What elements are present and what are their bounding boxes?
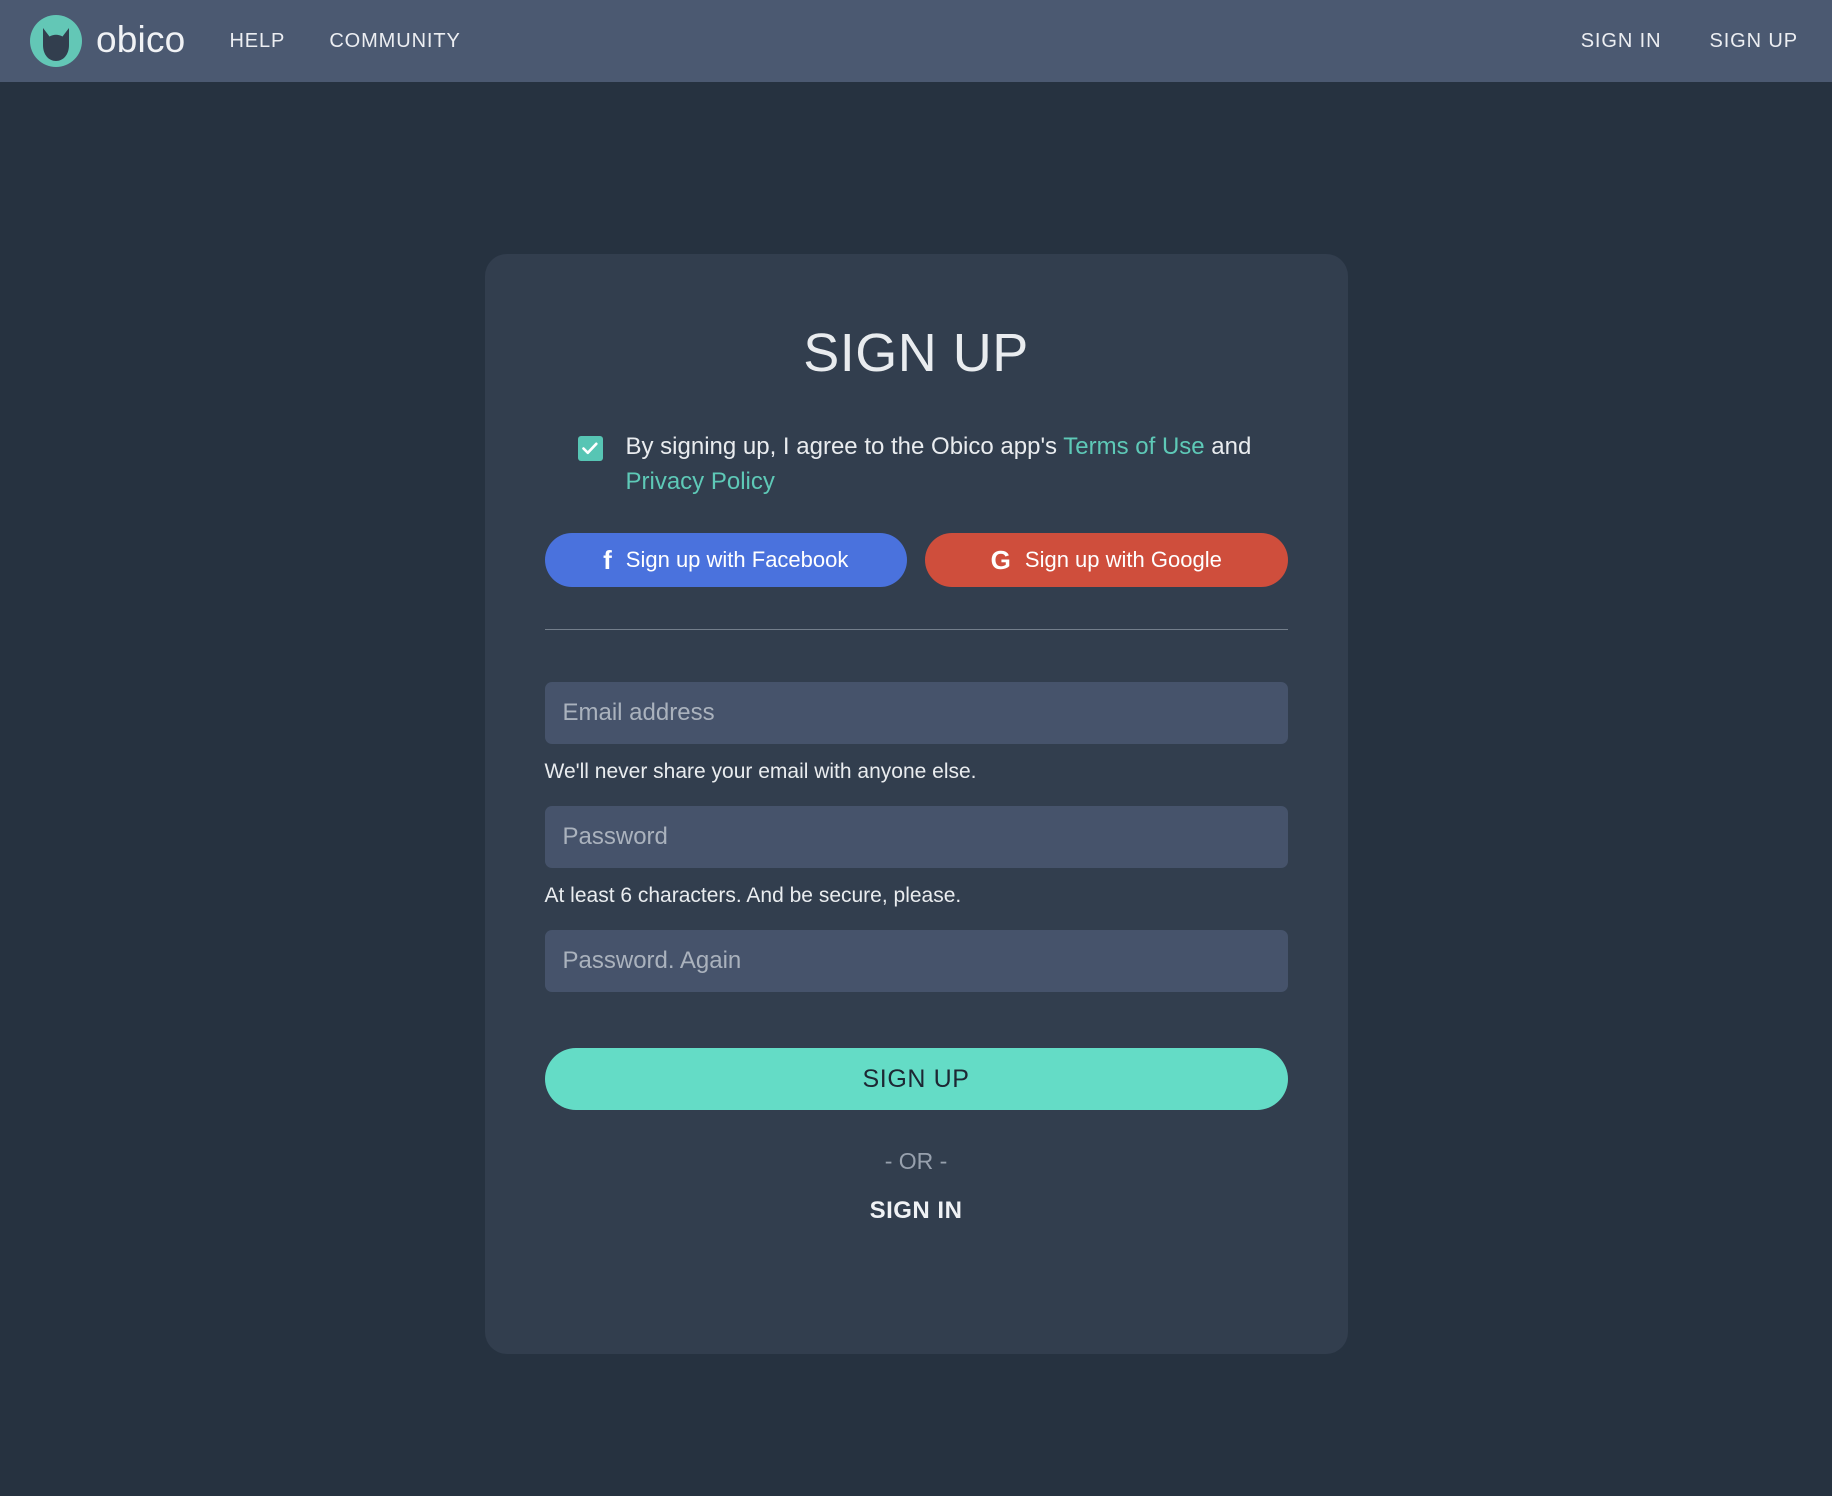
password-confirm-field-group xyxy=(544,930,1288,993)
email-field-group: We'll never share your email with anyone… xyxy=(544,682,1288,784)
terms-checkbox[interactable] xyxy=(577,436,603,461)
email-help-text: We'll never share your email with anyone… xyxy=(544,760,977,784)
password-field-group: At least 6 characters. And be secure, pl… xyxy=(544,806,1288,908)
password-confirm-input[interactable] xyxy=(544,930,1288,993)
signup-with-facebook-button[interactable]: f Sign up with Facebook xyxy=(544,533,907,588)
nav-link-sign-up[interactable]: SIGN UP xyxy=(1709,30,1798,53)
nav-link-sign-in[interactable]: SIGN IN xyxy=(1581,30,1662,53)
page-body: SIGN UP By signing up, I agree to the Ob… xyxy=(0,82,1832,1496)
signup-with-google-button[interactable]: G Sign up with Google xyxy=(925,533,1288,588)
signup-card: SIGN UP By signing up, I agree to the Ob… xyxy=(484,254,1348,1354)
or-separator-label: - OR - xyxy=(884,1148,948,1175)
terms-of-use-link[interactable]: Terms of Use xyxy=(1063,433,1204,460)
facebook-button-label: Sign up with Facebook xyxy=(625,547,849,573)
facebook-icon: f xyxy=(603,545,612,576)
social-signup-row: f Sign up with Facebook G Sign up with G… xyxy=(544,533,1288,588)
google-icon: G xyxy=(990,545,1011,576)
google-button-label: Sign up with Google xyxy=(1024,547,1222,573)
section-divider xyxy=(544,629,1288,631)
top-navigation-bar: obico HELP COMMUNITY SIGN IN SIGN UP xyxy=(0,0,1832,82)
obico-cat-logo-icon xyxy=(30,15,82,67)
terms-text-middle: and xyxy=(1204,433,1252,460)
password-help-text: At least 6 characters. And be secure, pl… xyxy=(544,884,962,908)
sign-up-submit-button[interactable]: SIGN UP xyxy=(544,1048,1288,1111)
nav-link-help[interactable]: HELP xyxy=(229,30,285,53)
nav-auth-group: SIGN IN SIGN UP xyxy=(1581,30,1798,53)
page-title: SIGN UP xyxy=(803,323,1029,383)
check-icon xyxy=(582,442,598,455)
nav-links-group: HELP COMMUNITY xyxy=(229,30,460,53)
terms-agreement-row: By signing up, I agree to the Obico app'… xyxy=(545,430,1288,499)
brand-logo-link[interactable]: obico xyxy=(30,15,185,67)
nav-link-community[interactable]: COMMUNITY xyxy=(329,30,460,53)
password-input[interactable] xyxy=(544,806,1288,869)
privacy-policy-link[interactable]: Privacy Policy xyxy=(626,468,775,495)
terms-text-before: By signing up, I agree to the Obico app'… xyxy=(625,433,1064,460)
email-input[interactable] xyxy=(544,682,1288,745)
sign-in-link[interactable]: SIGN IN xyxy=(545,1197,1288,1225)
brand-name: obico xyxy=(96,18,186,60)
terms-text: By signing up, I agree to the Obico app'… xyxy=(626,430,1268,499)
